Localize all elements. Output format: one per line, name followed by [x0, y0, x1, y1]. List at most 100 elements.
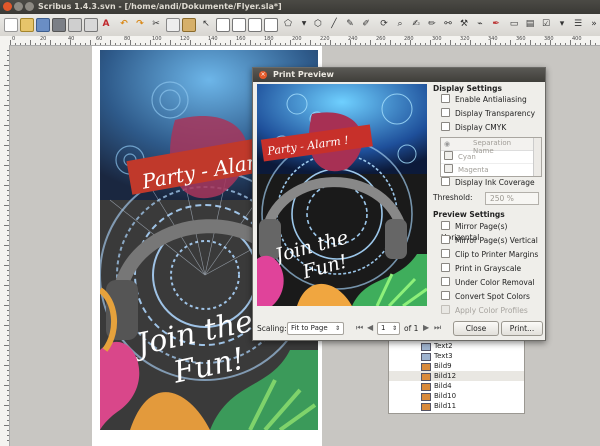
scaling-select[interactable]: Fit to Page ⇕: [287, 322, 344, 335]
separation-scrollbar[interactable]: [533, 138, 541, 176]
redo-icon[interactable]: ↷: [134, 18, 146, 30]
pdf-push-button-icon[interactable]: ▭: [508, 18, 520, 30]
ruler-tick: [7, 400, 9, 401]
more-tools-icon[interactable]: »: [588, 18, 600, 30]
checkbox-box[interactable]: [444, 164, 453, 173]
render-frame-icon[interactable]: [248, 18, 262, 32]
ruler-tick: [50, 40, 51, 45]
separation-list[interactable]: ◉ Separation Name Cyan Magenta: [440, 137, 542, 177]
ruler-tick: [7, 375, 9, 376]
ruler-tick: [470, 40, 471, 45]
polygon-icon[interactable]: ⬡: [312, 18, 324, 30]
checkbox-box[interactable]: [441, 94, 450, 103]
apply-profiles-checkbox[interactable]: Apply Color Profiles: [441, 305, 528, 316]
ruler-tick: [4, 65, 9, 66]
table-icon[interactable]: [264, 18, 278, 32]
checkbox-box[interactable]: [441, 235, 450, 244]
last-page-icon[interactable]: ⏭: [434, 323, 441, 333]
convert-spot-checkbox[interactable]: Convert Spot Colors: [441, 291, 530, 302]
rotate-icon[interactable]: ⟳: [378, 18, 390, 30]
checkbox-label: Clip to Printer Margins: [455, 250, 539, 259]
edit-contents-icon[interactable]: ✍: [410, 18, 422, 30]
maximize-window-icon[interactable]: [25, 2, 34, 11]
layer-row[interactable]: Text3: [389, 351, 524, 361]
eyedropper-icon[interactable]: ✒: [490, 18, 502, 30]
separation-row[interactable]: Magenta: [441, 164, 533, 176]
checkbox-box[interactable]: [441, 221, 450, 230]
shape-dropdown-icon[interactable]: ▼: [298, 18, 310, 30]
under-color-removal-checkbox[interactable]: Under Color Removal: [441, 277, 535, 288]
measure-icon[interactable]: ⚒: [458, 18, 470, 30]
preflight-icon[interactable]: [84, 18, 98, 32]
enable-antialiasing-checkbox[interactable]: Enable Antialiasing: [441, 94, 527, 105]
close-button[interactable]: Close: [453, 321, 499, 336]
checkbox-box[interactable]: [441, 277, 450, 286]
layer-row[interactable]: Bild11: [389, 401, 524, 411]
threshold-spinbox[interactable]: 250 %: [485, 192, 539, 205]
checkbox-box[interactable]: [441, 177, 450, 186]
cut-icon[interactable]: ✂: [150, 18, 162, 30]
previous-page-icon[interactable]: ◀: [367, 323, 373, 332]
close-doc-icon[interactable]: [52, 18, 66, 32]
clip-margins-checkbox[interactable]: Clip to Printer Margins: [441, 249, 538, 260]
print-icon[interactable]: [68, 18, 82, 32]
minimize-window-icon[interactable]: [14, 2, 23, 11]
zoom-icon[interactable]: ⌕: [394, 18, 406, 30]
layer-row[interactable]: Bild4: [389, 381, 524, 391]
paste-icon[interactable]: [182, 18, 196, 32]
grayscale-checkbox[interactable]: Print in Grayscale: [441, 263, 521, 274]
ruler-tick: [245, 43, 246, 45]
save-icon[interactable]: [36, 18, 50, 32]
display-transparency-checkbox[interactable]: Display Transparency: [441, 108, 535, 119]
ruler-tick: [355, 43, 356, 45]
pdf-text-field-icon[interactable]: ▤: [524, 18, 536, 30]
display-cmyk-checkbox[interactable]: Display CMYK: [441, 122, 506, 133]
first-page-icon[interactable]: ⏮: [356, 323, 363, 333]
checkbox-box[interactable]: [441, 263, 450, 272]
dialog-close-icon[interactable]: ×: [259, 71, 267, 79]
bezier-icon[interactable]: ✎: [344, 18, 356, 30]
open-file-icon[interactable]: [20, 18, 34, 32]
checkbox-box[interactable]: [441, 108, 450, 117]
vertical-ruler[interactable]: [0, 45, 10, 446]
close-window-icon[interactable]: [3, 2, 12, 11]
ruler-tick: [510, 40, 511, 45]
pdf-combo-icon[interactable]: ▾: [556, 18, 568, 30]
edit-text-icon[interactable]: ✏: [426, 18, 438, 30]
pdf-list-icon[interactable]: ☰: [572, 18, 584, 30]
print-button[interactable]: Print...: [501, 321, 543, 336]
layer-row[interactable]: Text2: [389, 341, 524, 351]
next-page-icon[interactable]: ▶: [423, 323, 429, 332]
separation-row[interactable]: Cyan: [441, 151, 533, 164]
checkbox-box[interactable]: [441, 249, 450, 258]
freehand-icon[interactable]: ✐: [360, 18, 372, 30]
mirror-horizontal-checkbox[interactable]: Mirror Page(s) Horizontal: [441, 221, 545, 242]
page-spinbox[interactable]: 1 ⇕: [377, 322, 400, 335]
display-ink-coverage-checkbox[interactable]: Display Ink Coverage: [441, 177, 535, 188]
copy-properties-icon[interactable]: ⌁: [474, 18, 486, 30]
copy-icon[interactable]: [166, 18, 180, 32]
ruler-tick: [395, 43, 396, 45]
horizontal-ruler[interactable]: 0 20 40 60 80 100 120 140 160 180 200 220 240 260 280 3…: [0, 36, 600, 46]
text-frame-icon[interactable]: [216, 18, 230, 32]
undo-icon[interactable]: ↶: [118, 18, 130, 30]
shape-icon[interactable]: ⬠: [282, 18, 294, 30]
mirror-vertical-checkbox[interactable]: Mirror Page(s) Vertical: [441, 235, 538, 246]
layer-row[interactable]: Bild9: [389, 361, 524, 371]
ruler-label: 320: [460, 36, 470, 42]
checkbox-box[interactable]: [441, 122, 450, 131]
pdf-checkbox-icon[interactable]: ☑: [540, 18, 552, 30]
line-icon[interactable]: ╱: [328, 18, 340, 30]
link-frames-icon[interactable]: ⚯: [442, 18, 454, 30]
checkbox-box[interactable]: [441, 291, 450, 300]
checkbox-box[interactable]: [441, 305, 450, 314]
select-tool-icon[interactable]: ↖: [200, 18, 212, 30]
layer-row[interactable]: Bild10: [389, 391, 524, 401]
ruler-label: 300: [432, 36, 442, 42]
layer-row-selected[interactable]: Bild12: [389, 371, 524, 381]
image-frame-icon[interactable]: [232, 18, 246, 32]
ruler-tick: [10, 40, 11, 45]
pdf-export-icon[interactable]: A: [100, 18, 112, 30]
checkbox-box[interactable]: [444, 151, 453, 160]
new-document-icon[interactable]: [4, 18, 18, 32]
